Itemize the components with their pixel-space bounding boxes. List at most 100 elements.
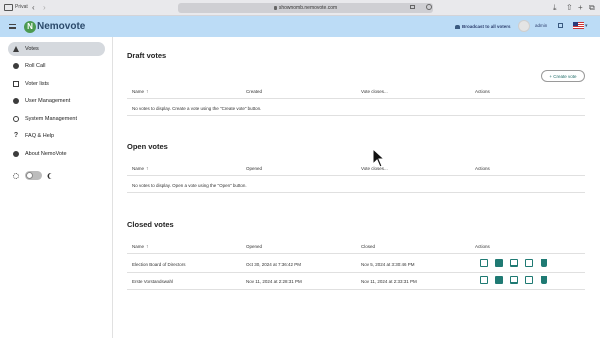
column-actions-header: Actions	[475, 166, 490, 171]
present-icon[interactable]	[510, 259, 518, 267]
vote-name: Erste Vorstandswahl	[132, 279, 174, 284]
translate-icon[interactable]	[410, 5, 415, 9]
sidebar-item-label: FAQ & Help	[25, 133, 55, 139]
sidebar-item-label: System Management	[25, 116, 77, 122]
sun-icon	[13, 172, 19, 179]
main-content: Draft votes + Create vote Name ↑ Created …	[113, 37, 600, 338]
info-icon	[13, 151, 19, 157]
fullscreen-icon[interactable]	[558, 23, 563, 28]
column-actions-header: Actions	[475, 244, 490, 249]
voter-lists-icon	[13, 81, 19, 87]
tab-overview-icon[interactable]: ⧉	[589, 2, 595, 13]
closed-table-header: Name ↑ Opened Closed Actions	[127, 240, 585, 254]
sidebar-item-user-management[interactable]: User Management	[8, 94, 105, 108]
draft-empty-row: No votes to display. Create a vote using…	[127, 102, 585, 116]
column-closes-header[interactable]: Vote closes...	[361, 89, 388, 94]
row-actions	[480, 259, 554, 267]
export-icon[interactable]	[525, 276, 533, 284]
column-name-header[interactable]: Name ↑	[132, 89, 149, 95]
sort-arrow-icon: ↑	[146, 89, 149, 95]
column-opened-header[interactable]: Opened	[246, 244, 262, 249]
sidebar: Votes Roll Call Voter lists User Managem…	[0, 37, 113, 338]
sidebar-item-about[interactable]: About NemoVote	[8, 147, 105, 161]
moon-icon	[49, 173, 55, 179]
delete-icon[interactable]	[541, 259, 547, 267]
sidebar-item-label: User Management	[25, 98, 71, 104]
sidebar-item-faq-help[interactable]: ? FAQ & Help	[8, 129, 105, 143]
logo-text: Nemovote	[37, 21, 86, 32]
open-table-header: Name ↑ Opened Vote closes... Actions	[127, 162, 585, 176]
user-name[interactable]: admin	[535, 22, 547, 30]
roll-call-icon	[13, 63, 19, 69]
table-row[interactable]: Erste Vorstandswahl Nov 11, 2024 at 2:28…	[127, 273, 585, 290]
share-icon[interactable]: ⇧	[566, 2, 573, 13]
address-bar[interactable]: shownomb.nemovote.com	[178, 3, 433, 13]
column-name-header[interactable]: Name ↑	[132, 166, 149, 172]
empty-message: No votes to display. Open a vote using t…	[132, 183, 247, 188]
open-votes-title: Open votes	[127, 142, 168, 151]
private-label: Privat	[15, 4, 28, 10]
column-created-header[interactable]: Created	[246, 89, 262, 94]
copy-icon[interactable]	[480, 276, 488, 284]
logo-mark: N	[24, 20, 36, 33]
forward-icon[interactable]: ›	[43, 2, 46, 13]
sidebar-item-system-management[interactable]: System Management	[8, 112, 105, 126]
results-icon[interactable]	[495, 259, 503, 267]
logo[interactable]: N Nemovote	[24, 19, 85, 34]
users-icon	[13, 98, 19, 104]
open-empty-row: No votes to display. Open a vote using t…	[127, 179, 585, 193]
people-icon	[455, 24, 460, 29]
chevron-down-icon[interactable]: ▾	[585, 23, 588, 29]
theme-toggle[interactable]	[25, 171, 42, 180]
sidebar-item-voter-lists[interactable]: Voter lists	[8, 77, 105, 91]
present-icon[interactable]	[510, 276, 518, 284]
closed-votes-title: Closed votes	[127, 220, 174, 229]
back-icon[interactable]: ‹	[32, 2, 35, 13]
lock-icon	[273, 6, 277, 10]
export-icon[interactable]	[525, 259, 533, 267]
draft-votes-title: Draft votes	[127, 51, 167, 60]
column-closed-header[interactable]: Closed	[361, 244, 375, 249]
vote-closed: Nov 11, 2024 at 2:33:31 PM	[361, 279, 417, 284]
column-actions-header: Actions	[475, 89, 490, 94]
sidebar-item-label: About NemoVote	[25, 151, 67, 157]
avatar[interactable]	[518, 20, 530, 32]
vote-name: Election Board of Directors	[132, 262, 186, 267]
vote-opened: Oct 30, 2024 at 7:36:42 PM	[246, 262, 302, 267]
toggle-knob	[26, 172, 33, 179]
menu-icon[interactable]	[9, 24, 16, 29]
vote-opened: Nov 11, 2024 at 2:28:31 PM	[246, 279, 302, 284]
column-name-header[interactable]: Name ↑	[132, 244, 149, 250]
sort-arrow-icon: ↑	[146, 166, 149, 172]
results-icon[interactable]	[495, 276, 503, 284]
download-icon[interactable]: ⤓	[553, 2, 557, 13]
broadcast-label: Broadcast to all voters	[462, 24, 511, 29]
reader-icon[interactable]	[426, 4, 432, 10]
theme-toggle-row	[13, 171, 55, 180]
sidebar-item-votes[interactable]: Votes	[8, 42, 105, 56]
column-opened-header[interactable]: Opened	[246, 166, 262, 171]
delete-icon[interactable]	[541, 276, 547, 284]
empty-message: No votes to display. Create a vote using…	[132, 106, 262, 111]
vote-closed: Nov 5, 2024 at 3:30:46 PM	[361, 262, 415, 267]
mouse-cursor-icon	[372, 148, 386, 168]
broadcast-button[interactable]: Broadcast to all voters	[455, 22, 511, 31]
sidebar-toggle-icon[interactable]	[4, 4, 13, 11]
sort-arrow-icon: ↑	[146, 244, 149, 250]
draft-table-header: Name ↑ Created Vote closes... Actions	[127, 85, 585, 99]
browser-toolbar: Privat ‹ › shownomb.nemovote.com ⤓ ⇧ + ⧉	[0, 0, 600, 16]
votes-icon	[13, 46, 19, 52]
url-text: shownomb.nemovote.com	[278, 5, 338, 11]
sidebar-item-label: Votes	[25, 46, 39, 52]
sidebar-item-label: Voter lists	[25, 81, 49, 87]
row-actions	[480, 276, 554, 284]
copy-icon[interactable]	[480, 259, 488, 267]
help-icon: ?	[13, 132, 19, 139]
table-row[interactable]: Election Board of Directors Oct 30, 2024…	[127, 256, 585, 273]
new-tab-icon[interactable]: +	[578, 2, 583, 13]
gear-icon	[13, 116, 19, 122]
flag-us-icon[interactable]	[573, 22, 584, 29]
sidebar-item-label: Roll Call	[25, 63, 46, 69]
sidebar-item-roll-call[interactable]: Roll Call	[8, 59, 105, 73]
create-vote-button[interactable]: + Create vote	[541, 70, 585, 82]
